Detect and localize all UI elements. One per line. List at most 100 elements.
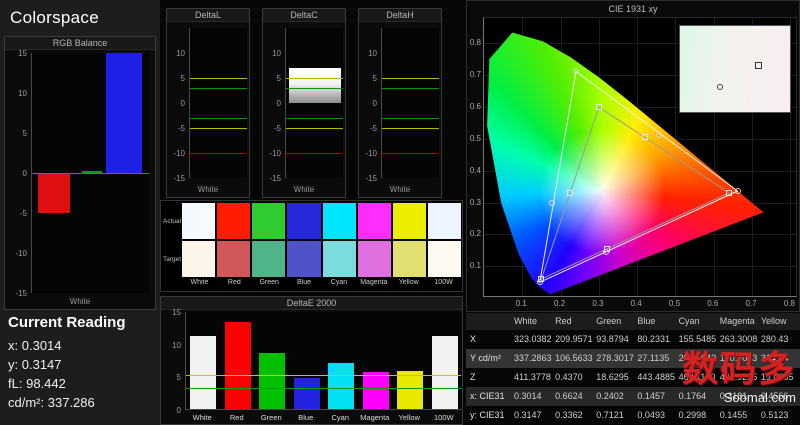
table-row-z[interactable]: Z 411.3778 0.4370 18.6295 443.4885 462.1180 44…: [466, 368, 800, 387]
swatch-target-100w: [427, 241, 461, 277]
table-row-x[interactable]: X 323.0382 209.9571 93.8794 80.2331 155.5485 2…: [466, 330, 800, 349]
delta-c-title: DeltaC: [263, 9, 345, 22]
deltae-bar-magenta: [362, 371, 389, 409]
table-row-x-cie31[interactable]: x: CIE31 0.3014 0.6624 0.2402 0.1457 0.1764 0.…: [466, 387, 800, 406]
swatch-actual-green: [252, 203, 286, 239]
delta-h-chart[interactable]: DeltaH 10 5 0 -5 -10 -15 White: [358, 8, 442, 198]
inset-measured-dot: [717, 84, 724, 91]
delta-c-plot: [285, 28, 343, 178]
cell: 443.9255: [719, 372, 758, 382]
y-tick-label: 0.2: [469, 229, 481, 239]
swatch-actual-yellow: [392, 203, 426, 239]
inset-target-square: [754, 62, 762, 70]
x-axis-category: 100W: [433, 413, 454, 422]
delta-l-chart[interactable]: DeltaL 10 5 0 -5 -10 -15 White: [166, 8, 250, 198]
column-header: Blue: [637, 316, 656, 326]
target-point: [595, 104, 602, 111]
tick-label: -5: [369, 124, 377, 133]
x-axis-label: White: [69, 297, 91, 306]
cell: 0.3147: [514, 410, 542, 420]
x-tick-label: 0.2: [554, 299, 566, 308]
column-header: Green: [596, 316, 622, 326]
target-swatch-row: [182, 241, 461, 277]
cell: 264.4042: [678, 353, 717, 363]
table-row-y-cd-m-[interactable]: Y cd/m² 337.2863 106.5633 278.3017 27.1135 26…: [466, 349, 800, 368]
tick-label: -15: [15, 289, 27, 298]
tick-label: -10: [269, 149, 281, 158]
threshold-line: [186, 375, 461, 377]
swatch-target-red: [217, 241, 251, 277]
x-axis-label: White: [197, 185, 219, 194]
tick-label: 10: [176, 49, 185, 58]
y-tick-label: 0.8: [469, 38, 481, 48]
delta-l-plot-area: 10 5 0 -5 -10 -15: [167, 22, 249, 184]
delta-h-title: DeltaH: [359, 9, 441, 22]
target-row-label: Target: [163, 256, 182, 263]
deltae-2000-chart[interactable]: DeltaE 2000 15 10 5 0 White Red Green Blue Cyan…: [160, 296, 463, 425]
color-swatch-table[interactable]: Actual Target White Red Green Blue Cyan Magen…: [160, 200, 463, 292]
tick-label: 5: [372, 74, 377, 83]
swatch-target-cyan: [322, 241, 356, 277]
threshold-line: [286, 118, 343, 119]
deltae-bar-red: [224, 322, 251, 409]
delta-c-chart[interactable]: DeltaC 10 5 0 -5 -10 -15 White: [262, 8, 346, 198]
cie-chart-title: CIE 1931 xy: [608, 4, 658, 14]
swatch-target-yellow: [392, 241, 426, 277]
swatch-name: 100W: [434, 279, 453, 286]
row-label: Z: [470, 372, 476, 382]
deltae-plot: [185, 312, 461, 410]
x-axis-category: Cyan: [331, 413, 349, 422]
y-tick-label: 0.3: [469, 197, 481, 207]
y-axis-ticks: 15 10 5 0 -5 -10 -15: [5, 49, 29, 298]
cell: 443.4885: [637, 372, 675, 382]
tick-label: 15: [172, 308, 181, 317]
threshold-line: [382, 128, 439, 129]
measured-point: [602, 248, 609, 255]
cell: 0.4370: [555, 372, 583, 382]
x-axis-category: Green: [260, 413, 282, 422]
threshold-line: [286, 153, 343, 154]
swatch-name: Red: [227, 279, 241, 286]
cell: 0.2402: [596, 391, 624, 401]
white-level-bar: [289, 68, 341, 103]
current-reading-heading: Current Reading: [8, 314, 126, 331]
cell: 0.7121: [596, 410, 624, 420]
threshold-line: [382, 118, 439, 119]
x-axis-label: White: [293, 185, 315, 194]
cell: 0.3362: [555, 410, 583, 420]
rgb-balance-chart[interactable]: RGB Balance 15 10 5 0 -5 -10 -15 White: [4, 36, 156, 310]
y-tick-label: 0.5: [469, 133, 481, 143]
swatch-actual-red: [217, 203, 251, 239]
swatch-actual-100w: [427, 203, 461, 239]
cell: 337.2863: [514, 353, 552, 363]
cell: 278.3017: [596, 353, 634, 363]
cell: 93.8794: [596, 334, 629, 344]
x-axis-categories: White Red Green Blue Cyan Magenta Yellow 100W: [185, 411, 461, 424]
y-tick-label: 0.6: [469, 102, 481, 112]
cie-chart-panel[interactable]: CIE 1931 xy 0.1 0.2 0.3 0.4 0.5 0.6 0.7 0.8 0.1 0…: [466, 0, 800, 312]
swatch-name: Green: [259, 279, 279, 286]
swatch-target-magenta: [357, 241, 391, 277]
reading-y-label: y:: [8, 357, 19, 372]
measured-point: [536, 279, 543, 286]
cell: 280.43: [760, 334, 789, 344]
target-point: [567, 190, 573, 197]
tick-label: -10: [173, 149, 185, 158]
threshold-line: [286, 78, 343, 79]
threshold-line: [190, 78, 247, 79]
column-header: [466, 313, 512, 330]
tick-label: 10: [172, 340, 181, 350]
tick-label: 10: [368, 49, 377, 58]
x-tick-label: 0.3: [592, 299, 604, 308]
deltae-bar-green: [259, 353, 285, 409]
tick-label: 0: [180, 99, 185, 108]
table-row-y-cie31[interactable]: y: CIE31 0.3147 0.3362 0.7121 0.0493 0.2998 0.…: [466, 406, 800, 425]
tick-label: -10: [15, 249, 27, 258]
deltae-bar-white: [190, 335, 216, 409]
row-label: X: [470, 334, 477, 344]
tick-label: -5: [177, 124, 185, 133]
reading-x: x: 0.3014: [8, 338, 62, 353]
cell: 0.6624: [555, 391, 583, 401]
delta-l-title: DeltaL: [167, 9, 249, 22]
reading-x-value: 0.3014: [21, 338, 62, 353]
